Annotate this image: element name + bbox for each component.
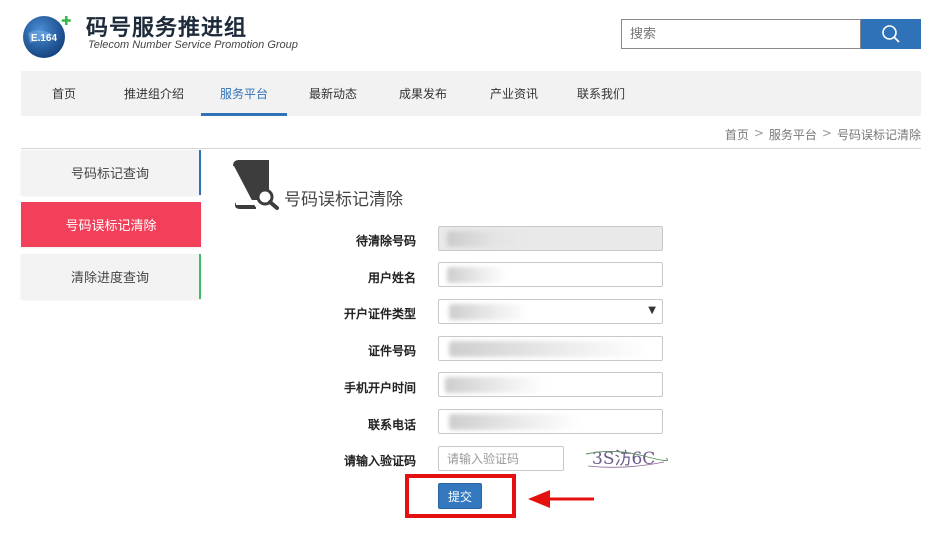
redacted-value <box>445 377 545 393</box>
nav-item-industry[interactable]: 产业资讯 <box>467 71 561 116</box>
sidebar-item-mark-query[interactable]: 号码标记查询 <box>21 150 201 195</box>
brand-subtitle: Telecom Number Service Promotion Group <box>88 39 298 51</box>
label-id-number: 证件号码 <box>367 344 416 358</box>
arrow-left-icon <box>528 490 594 508</box>
redacted-value <box>447 231 527 247</box>
label-captcha: 请输入验证码 <box>343 454 416 468</box>
search-icon <box>882 25 900 43</box>
user-name-field[interactable] <box>438 262 663 287</box>
captcha-input[interactable] <box>438 446 564 471</box>
divider <box>21 148 921 149</box>
redacted-value <box>449 414 579 430</box>
chevron-down-icon: ▼ <box>648 305 656 316</box>
logo-text: E.164 <box>31 33 58 44</box>
nav-item-contact[interactable]: 联系我们 <box>561 71 641 116</box>
nav-item-news[interactable]: 最新动态 <box>287 71 379 116</box>
id-number-field[interactable] <box>438 336 663 361</box>
number-to-clear-field[interactable] <box>438 226 663 251</box>
e164-logo: E.164 <box>23 16 71 58</box>
content-title: 号码误标记清除 <box>284 190 403 210</box>
redacted-value <box>447 267 507 283</box>
search-input[interactable] <box>621 19 861 49</box>
breadcrumb: 首页 > 服务平台 > 号码误标记清除 <box>725 126 921 143</box>
brand-title: 码号服务推进组 <box>86 16 248 41</box>
main-nav: 首页 推进组介绍 服务平台 最新动态 成果发布 产业资讯 联系我们 <box>21 71 921 116</box>
nav-item-home[interactable]: 首页 <box>21 71 107 116</box>
label-contact-phone: 联系电话 <box>367 418 416 432</box>
sidebar-item-progress-query[interactable]: 清除进度查询 <box>21 254 201 299</box>
label-number-to-clear: 待清除号码 <box>355 234 416 248</box>
redacted-value <box>449 341 649 357</box>
breadcrumb-home[interactable]: 首页 <box>725 126 749 143</box>
nav-item-service-platform[interactable]: 服务平台 <box>201 71 287 116</box>
search-button[interactable] <box>861 19 921 49</box>
breadcrumb-current: 号码误标记清除 <box>836 128 921 142</box>
contact-phone-field[interactable] <box>438 409 663 434</box>
nav-item-about[interactable]: 推进组介绍 <box>107 71 201 116</box>
label-user-name: 用户姓名 <box>367 271 416 285</box>
redacted-value <box>449 304 529 320</box>
open-time-field[interactable] <box>438 372 663 397</box>
book-search-icon <box>233 160 279 210</box>
label-open-time: 手机开户时间 <box>343 381 416 395</box>
submit-button[interactable]: 提交 <box>438 483 482 509</box>
breadcrumb-separator: > <box>821 126 832 140</box>
nav-item-results[interactable]: 成果发布 <box>379 71 467 116</box>
captcha-image[interactable]: 3S汸6C <box>584 444 668 472</box>
id-type-select[interactable]: ▼ <box>438 299 663 324</box>
label-id-type: 开户证件类型 <box>343 307 416 321</box>
breadcrumb-service-platform[interactable]: 服务平台 <box>769 126 817 143</box>
breadcrumb-separator: > <box>753 126 764 140</box>
sidebar-item-mark-clear[interactable]: 号码误标记清除 <box>21 202 201 247</box>
